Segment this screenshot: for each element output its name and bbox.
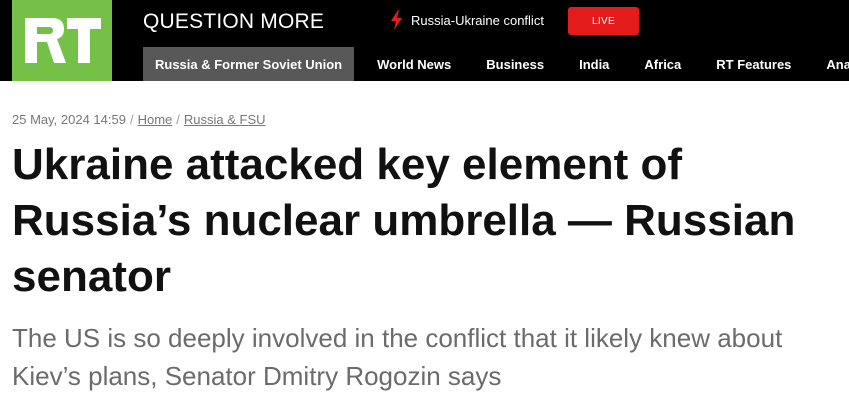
nav-item-business[interactable]: Business [486,47,544,81]
breadcrumb-section-link[interactable]: Russia & FSU [184,112,266,127]
publish-date: 25 May, 2024 14:59 [12,112,126,127]
nav-item-africa[interactable]: Africa [644,47,681,81]
site-tagline: QUESTION MORE [143,10,325,33]
nav-item-india[interactable]: India [579,47,609,81]
breadcrumb: 25 May, 2024 14:59/Home / Russia & FSU [12,112,266,127]
article-title: Ukraine attacked key element of Russia’s… [12,140,796,301]
hot-topic-link[interactable]: Russia-Ukraine conflict [390,9,544,31]
main-nav: Russia & Former Soviet Union World News … [143,47,849,81]
lightning-icon [391,10,402,30]
nav-item-world-news[interactable]: World News [377,47,451,81]
nav-item-rt-features[interactable]: RT Features [716,47,791,81]
rt-logo[interactable] [12,0,112,81]
live-button[interactable]: LIVE [568,7,639,35]
breadcrumb-separator: / [176,112,180,127]
site-header: QUESTION MORE Russia-Ukraine conflict LI… [0,0,849,81]
rt-logo-mark [25,18,101,63]
nav-item-analysis[interactable]: Analysis [826,47,849,81]
breadcrumb-home-link[interactable]: Home [138,112,173,127]
breadcrumb-separator: / [129,112,134,127]
article-summary: The US is so deeply involved in the conf… [12,323,783,391]
nav-item-russia-fsu[interactable]: Russia & Former Soviet Union [143,47,355,81]
hot-topic-label: Russia-Ukraine conflict [411,12,544,28]
